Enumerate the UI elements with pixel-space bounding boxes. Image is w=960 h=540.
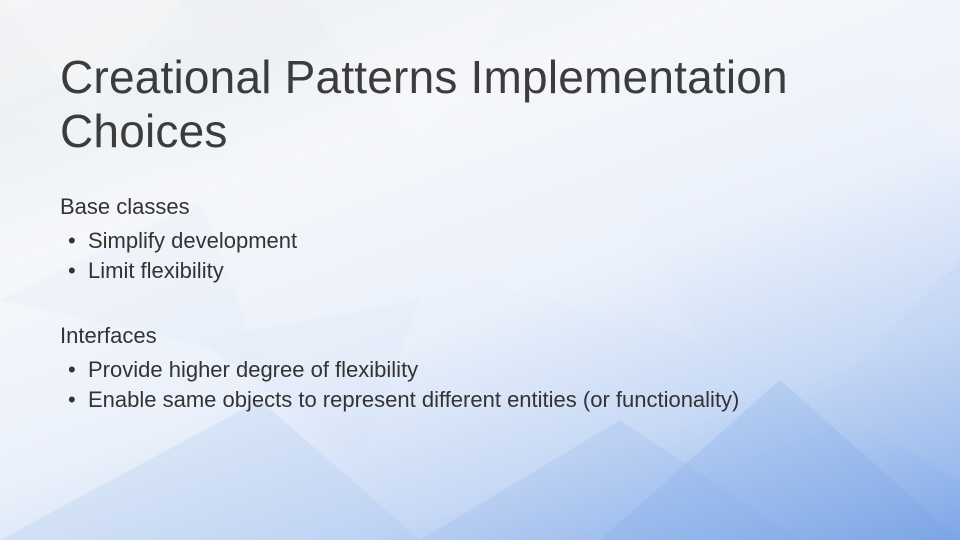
section-heading: Base classes — [60, 194, 900, 220]
section-base-classes: Base classes Simplify development Limit … — [60, 194, 900, 285]
section-heading: Interfaces — [60, 323, 900, 349]
slide-title: Creational Patterns Implementation Choic… — [60, 50, 900, 158]
bullet-item: Provide higher degree of flexibility — [64, 355, 900, 385]
bullet-item: Simplify development — [64, 226, 900, 256]
section-interfaces: Interfaces Provide higher degree of flex… — [60, 323, 900, 414]
bullet-list: Simplify development Limit flexibility — [60, 226, 900, 285]
bullet-item: Limit flexibility — [64, 256, 900, 286]
bullet-item: Enable same objects to represent differe… — [64, 385, 900, 415]
bullet-list: Provide higher degree of flexibility Ena… — [60, 355, 900, 414]
slide-content: Creational Patterns Implementation Choic… — [0, 0, 960, 415]
